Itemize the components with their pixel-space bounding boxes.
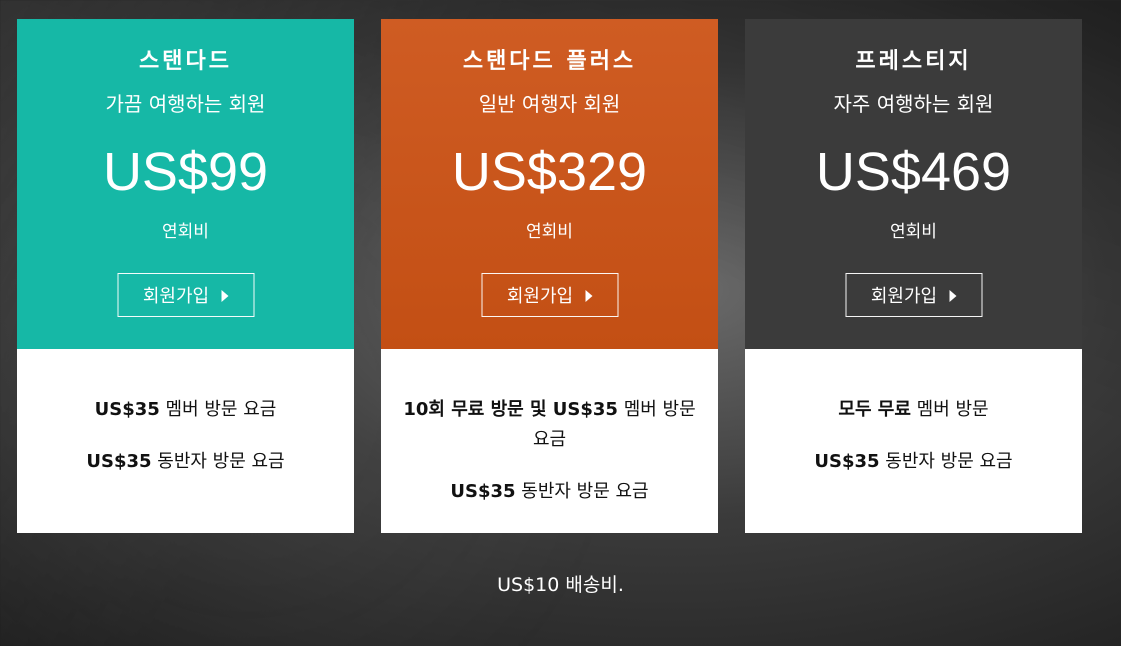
join-button[interactable]: 회원가입	[481, 273, 618, 317]
join-button-label: 회원가입	[506, 286, 574, 307]
benefit-emphasis: US$35	[86, 451, 152, 472]
join-button[interactable]: 회원가입	[845, 273, 982, 317]
plan-card-standard-plus: 스탠다드 플러스 일반 여행자 회원 US$329 연회비 회원가입 10회 무…	[381, 19, 718, 533]
benefit-text: 멤버 방문	[910, 399, 989, 420]
benefit-guest-visit: US$35 동반자 방문 요금	[401, 477, 698, 507]
join-button-label: 회원가입	[142, 286, 210, 307]
benefit-guest-visit: US$35 동반자 방문 요금	[37, 447, 334, 477]
benefit-emphasis: 10회 무료 방문 및 US$35	[403, 399, 618, 420]
annual-fee-label: 연회비	[162, 222, 209, 242]
plan-price: US$469	[815, 142, 1012, 202]
benefit-emphasis: 모두 무료	[838, 399, 911, 420]
plan-subtitle: 일반 여행자 회원	[478, 92, 621, 116]
plan-header: 프레스티지 자주 여행하는 회원 US$469 연회비 회원가입	[745, 19, 1082, 349]
pricing-cards: 스탠다드 가끔 여행하는 회원 US$99 연회비 회원가입 US$35 멤버 …	[17, 19, 1082, 533]
plan-subtitle: 가끔 여행하는 회원	[105, 92, 266, 116]
plan-price: US$99	[102, 142, 269, 202]
benefit-member-visit: US$35 멤버 방문 요금	[37, 395, 334, 425]
join-button-label: 회원가입	[870, 286, 938, 307]
plan-header: 스탠다드 플러스 일반 여행자 회원 US$329 연회비 회원가입	[381, 19, 718, 349]
join-button[interactable]: 회원가입	[117, 273, 254, 317]
benefit-guest-visit: US$35 동반자 방문 요금	[765, 447, 1062, 477]
benefit-emphasis: US$35	[94, 399, 160, 420]
plan-name: 프레스티지	[855, 49, 972, 74]
benefit-text: 동반자 방문 요금	[151, 451, 285, 472]
shipping-fee-note: US$10 배송비.	[497, 574, 624, 596]
benefit-text: 멤버 방문 요금	[159, 399, 277, 420]
plan-subtitle: 자주 여행하는 회원	[833, 92, 994, 116]
annual-fee-label: 연회비	[890, 222, 937, 242]
plan-card-standard: 스탠다드 가끔 여행하는 회원 US$99 연회비 회원가입 US$35 멤버 …	[17, 19, 354, 533]
benefit-emphasis: US$35	[814, 451, 880, 472]
annual-fee-label: 연회비	[526, 222, 573, 242]
plan-name: 스탠다드 플러스	[462, 49, 637, 74]
plan-card-prestige: 프레스티지 자주 여행하는 회원 US$469 연회비 회원가입 모두 무료 멤…	[745, 19, 1082, 533]
benefit-text: 동반자 방문 요금	[515, 481, 649, 502]
benefit-text: 동반자 방문 요금	[879, 451, 1013, 472]
plan-name: 스탠다드	[139, 49, 232, 74]
plan-header: 스탠다드 가끔 여행하는 회원 US$99 연회비 회원가입	[17, 19, 354, 349]
caret-right-icon	[221, 289, 229, 302]
benefit-emphasis: US$35	[450, 481, 516, 502]
plan-benefits: 모두 무료 멤버 방문 US$35 동반자 방문 요금	[745, 349, 1082, 533]
plan-price: US$329	[451, 142, 648, 202]
benefit-member-visit: 10회 무료 방문 및 US$35 멤버 방문 요금	[401, 395, 698, 455]
caret-right-icon	[949, 289, 957, 302]
plan-benefits: 10회 무료 방문 및 US$35 멤버 방문 요금 US$35 동반자 방문 …	[381, 349, 718, 533]
plan-benefits: US$35 멤버 방문 요금 US$35 동반자 방문 요금	[17, 349, 354, 533]
caret-right-icon	[585, 289, 593, 302]
benefit-member-visit: 모두 무료 멤버 방문	[765, 395, 1062, 425]
